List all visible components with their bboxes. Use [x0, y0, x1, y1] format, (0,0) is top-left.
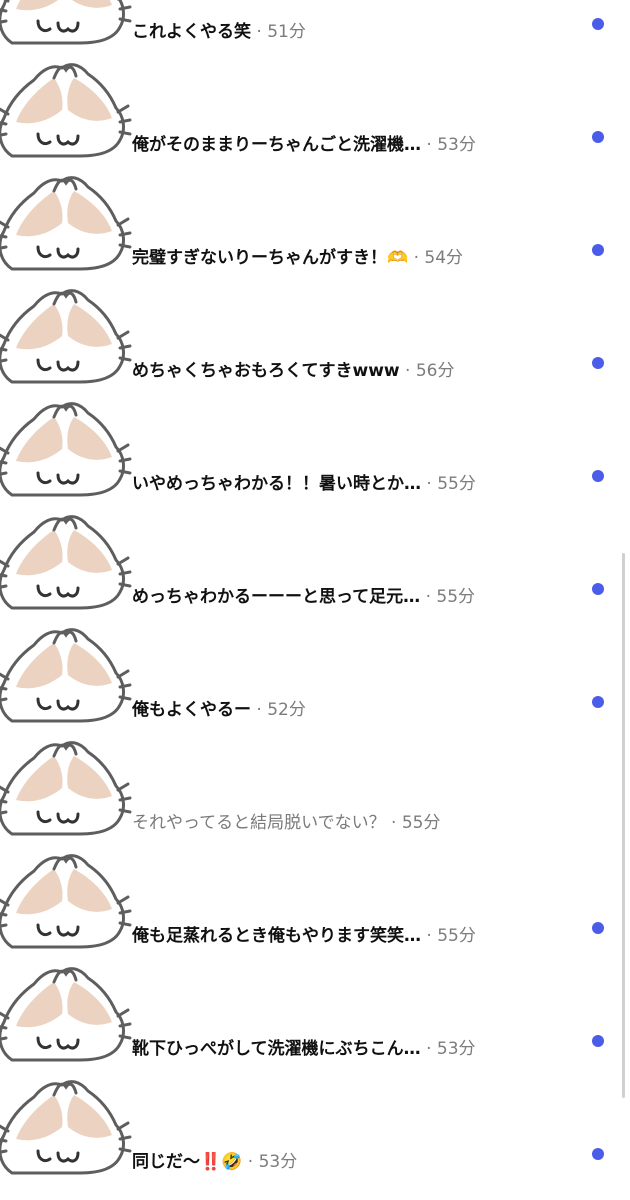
- unread-dot-icon: [592, 244, 604, 256]
- thread-row[interactable]: めちゃくちゃおもろくてすきwww · 56分: [0, 264, 630, 384]
- message-thread-list: これよくやる笑 · 51分 俺がそのままりーちゃんごと洗濯機… · 53分 完璧…: [0, 0, 630, 1175]
- cat-face-avatar-icon: [0, 402, 132, 497]
- thread-preview: 同じだ〜‼️🤣 · 53分: [132, 1152, 572, 1172]
- thread-row[interactable]: 完璧すぎないりーちゃんがすき！🫶 · 54分: [0, 151, 630, 271]
- avatar[interactable]: [0, 621, 134, 726]
- cat-face-avatar-icon: [0, 741, 132, 836]
- timestamp: 53分: [258, 1152, 298, 1172]
- unread-dot-icon: [592, 470, 604, 482]
- separator-dot: ·: [247, 1152, 254, 1172]
- unread-dot-icon: [592, 1035, 604, 1047]
- avatar[interactable]: [0, 395, 134, 500]
- cat-face-avatar-icon: [0, 63, 132, 158]
- avatar[interactable]: [0, 960, 134, 1065]
- avatar[interactable]: [0, 847, 134, 952]
- cat-face-avatar-icon: [0, 289, 132, 384]
- scrollbar[interactable]: [622, 553, 625, 1098]
- thread-row[interactable]: めっちゃわかるーーーと思って足元… · 55分: [0, 490, 630, 610]
- thread-row[interactable]: いやめっちゃわかる！！暑い時とか… · 55分: [0, 377, 630, 497]
- cat-face-avatar-icon: [0, 1080, 132, 1175]
- unread-dot-icon: [592, 1148, 604, 1160]
- thread-row[interactable]: 俺がそのままりーちゃんごと洗濯機… · 53分: [0, 38, 630, 158]
- unread-dot-icon: [592, 18, 604, 30]
- avatar[interactable]: [0, 169, 134, 274]
- cat-face-avatar-icon: [0, 628, 132, 723]
- avatar[interactable]: [0, 734, 134, 839]
- avatar[interactable]: [0, 282, 134, 387]
- cat-face-avatar-icon: [0, 967, 132, 1062]
- thread-row[interactable]: それやってると結局脱いでない？ · 55分: [0, 716, 630, 836]
- thread-row[interactable]: 靴下ひっぺがして洗濯機にぶちこん… · 53分: [0, 942, 630, 1062]
- unread-dot-icon: [592, 131, 604, 143]
- avatar[interactable]: [0, 1073, 134, 1178]
- message-preview: 同じだ〜‼️🤣: [132, 1152, 243, 1172]
- avatar[interactable]: [0, 56, 134, 161]
- cat-face-avatar-icon: [0, 176, 132, 271]
- thread-row[interactable]: 同じだ〜‼️🤣 · 53分: [0, 1055, 630, 1175]
- unread-dot-icon: [592, 583, 604, 595]
- unread-dot-icon: [592, 922, 604, 934]
- thread-row[interactable]: これよくやる笑 · 51分: [0, 0, 630, 45]
- thread-row[interactable]: 俺も足蒸れるとき俺もやります笑笑… · 55分: [0, 829, 630, 949]
- thread-row[interactable]: 俺もよくやるー · 52分: [0, 603, 630, 723]
- avatar[interactable]: [0, 508, 134, 613]
- cat-face-avatar-icon: [0, 854, 132, 949]
- unread-dot-icon: [592, 357, 604, 369]
- cat-face-avatar-icon: [0, 515, 132, 610]
- unread-dot-icon: [592, 696, 604, 708]
